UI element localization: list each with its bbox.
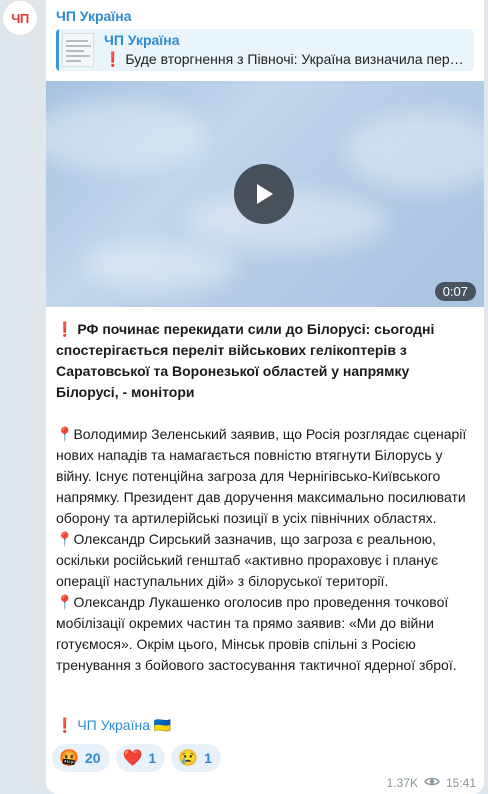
video-preview[interactable]: 0:07 <box>46 81 484 307</box>
channel-link[interactable]: ЧП Україна <box>77 717 150 733</box>
reaction-count: 1 <box>148 750 157 766</box>
video-duration: 0:07 <box>434 282 476 301</box>
post-paragraph: 📍Олександр Лукашенко оголосив про провед… <box>56 594 457 673</box>
message-time: 15:41 <box>445 776 476 790</box>
pin-icon: 📍 <box>56 531 74 547</box>
angry-face-icon: 🤬 <box>59 750 79 767</box>
reply-title: ЧП Україна <box>104 32 180 48</box>
heart-icon: ❤️ <box>122 750 143 767</box>
reaction-count: 20 <box>84 750 101 766</box>
message-bubble: ЧП Україна ЧП Україна ❗ Буде вторгнення … <box>46 0 484 794</box>
post-signature: ❗ ЧП Україна 🇺🇦 <box>56 717 171 734</box>
post-text: ❗ РФ починає перекидати сили до Білорусі… <box>56 319 474 676</box>
reaction-angry[interactable]: 🤬 20 <box>52 744 110 772</box>
reply-bar <box>56 29 59 71</box>
eye-icon <box>424 776 440 790</box>
reactions-bar: 🤬 20 ❤️ 1 😢 1 <box>52 744 221 772</box>
reaction-count: 1 <box>204 750 212 766</box>
pin-icon: 📍 <box>56 594 74 610</box>
avatar-text: ЧП <box>11 10 29 26</box>
post-paragraph: 📍Олександр Сирський зазначив, що загроза… <box>56 531 439 589</box>
message-meta: 1.37K 15:41 <box>387 776 476 790</box>
pin-icon: 📍 <box>56 426 74 442</box>
view-count: 1.37K <box>386 776 418 790</box>
post-headline: ❗ РФ починає перекидати сили до Білорусі… <box>56 321 435 400</box>
flag-icon: 🇺🇦 <box>153 717 172 733</box>
channel-avatar[interactable]: ЧП <box>2 0 38 36</box>
exclamation-icon: ❗ <box>56 321 74 337</box>
channel-name[interactable]: ЧП Україна <box>56 8 132 24</box>
reply-thumbnail <box>62 33 94 67</box>
exclamation-icon: ❗ <box>56 717 74 733</box>
reply-preview[interactable]: ЧП Україна ❗ Буде вторгнення з Півночі: … <box>56 29 474 71</box>
post-paragraph: 📍Володимир Зеленський заявив, що Росія р… <box>56 426 467 526</box>
play-icon[interactable] <box>234 164 294 224</box>
sad-face-icon: 😢 <box>178 750 199 767</box>
reply-text: ❗ Буде вторгнення з Півночі: Україна виз… <box>104 51 464 67</box>
reaction-sad[interactable]: 😢 1 <box>171 744 221 772</box>
reaction-heart[interactable]: ❤️ 1 <box>115 744 166 772</box>
